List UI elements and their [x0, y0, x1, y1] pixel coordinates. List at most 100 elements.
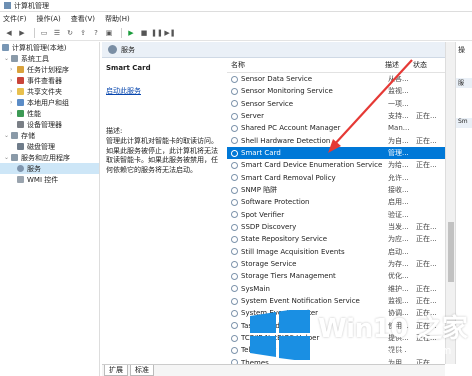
tab-standard[interactable]: 标准: [130, 365, 154, 376]
stop-icon[interactable]: ■: [139, 28, 149, 38]
service-row[interactable]: SSDP Discovery 当发... 正在...: [227, 221, 445, 233]
service-name-cell: Smart Card Device Enumeration Service: [241, 161, 383, 170]
expand-icon[interactable]: ›: [10, 77, 17, 84]
services-header: 服务: [102, 42, 445, 58]
service-name: Smart Card: [106, 64, 151, 72]
tree-item-services[interactable]: 服务: [0, 163, 99, 174]
expand-icon[interactable]: ›: [10, 99, 17, 106]
clock-icon: [17, 66, 24, 73]
service-row[interactable]: Still Image Acquisition Events 启动...: [227, 246, 445, 258]
service-row[interactable]: Shared PC Account Manager Man...: [227, 122, 445, 134]
service-name-cell: Server: [241, 112, 264, 121]
service-row[interactable]: State Repository Service 为应... 正在...: [227, 233, 445, 245]
tree-item-event-viewer[interactable]: › 事件查看器: [0, 75, 99, 86]
service-row[interactable]: Shell Hardware Detection 为自... 正在...: [227, 135, 445, 147]
service-status-cell: 正在...: [416, 112, 437, 121]
description-line: 管理此计算机对智能卡的取读访问。: [106, 137, 218, 145]
tree-item-shared-folders[interactable]: › 共享文件夹: [0, 86, 99, 97]
collapse-icon[interactable]: ⌄: [4, 55, 11, 62]
service-row[interactable]: Storage Service 为存... 正在...: [227, 258, 445, 270]
collapse-icon[interactable]: ⌄: [4, 154, 11, 161]
service-status-cell: 正在...: [416, 284, 437, 293]
service-row[interactable]: Sensor Monitoring Service 监视...: [227, 85, 445, 97]
collapse-icon[interactable]: ⌄: [4, 132, 11, 139]
actions-title: 操: [458, 46, 465, 54]
start-service-link[interactable]: 启动此服务: [106, 86, 222, 96]
service-row[interactable]: Smart Card Device Enumeration Service 为给.…: [227, 159, 445, 171]
windows-logo-icon: [250, 310, 310, 360]
service-row[interactable]: Server 支持... 正在...: [227, 110, 445, 122]
scrollbar-thumb[interactable]: [448, 222, 454, 282]
export-icon[interactable]: ⇪: [78, 28, 88, 38]
back-icon[interactable]: ◀: [4, 28, 14, 38]
tree-item-performance[interactable]: › 性能: [0, 108, 99, 119]
expand-icon[interactable]: ›: [10, 66, 17, 73]
service-row[interactable]: Software Protection 启用...: [227, 196, 445, 208]
tree-item-device-manager[interactable]: 设备管理器: [0, 119, 99, 130]
service-name-cell: Sensor Data Service: [241, 75, 313, 84]
service-status-cell: 正在...: [416, 235, 437, 244]
computer-management-window: 计算机管理 文件(F) 操作(A) 查看(V) 帮助(H) ◀ ▶ ▭ ☰ ↻ …: [0, 0, 472, 376]
tab-extended[interactable]: 扩展: [104, 365, 128, 376]
service-description-cell: 启动...: [388, 247, 409, 256]
tree-item-storage[interactable]: ⌄ 存储: [0, 130, 99, 141]
actions-smartcard-item[interactable]: Sm: [456, 118, 472, 128]
service-name-cell: SSDP Discovery: [241, 223, 297, 232]
column-header-status[interactable]: 状态: [413, 60, 437, 70]
forward-icon[interactable]: ▶: [17, 28, 27, 38]
properties-icon[interactable]: ▣: [104, 28, 114, 38]
expand-icon[interactable]: ›: [10, 110, 17, 117]
tree-item-services-apps[interactable]: ⌄ 服务和应用程序: [0, 152, 99, 163]
tree-item-label: 服务和应用程序: [21, 153, 70, 162]
service-row[interactable]: SysMain 维护... 正在...: [227, 283, 445, 295]
tree-root[interactable]: 计算机管理(本地): [0, 42, 99, 53]
service-gear-icon: [231, 149, 238, 157]
service-gear-icon: [231, 198, 238, 206]
menu-action[interactable]: 操作(A): [37, 14, 61, 24]
folder-icon[interactable]: ▭: [39, 28, 49, 38]
service-row[interactable]: Smart Card Removal Policy 允许...: [227, 172, 445, 184]
gear-icon: [17, 165, 24, 172]
tree-item-system-tools[interactable]: ⌄ 系统工具: [0, 53, 99, 64]
column-header-description[interactable]: 描述: [385, 60, 413, 70]
service-name-cell: Sensor Monitoring Service: [241, 87, 333, 96]
tree-item-local-users[interactable]: › 本地用户和组: [0, 97, 99, 108]
service-description-cell: 从各...: [388, 75, 409, 84]
tree-item-label: 性能: [27, 109, 41, 118]
title-bar: 计算机管理: [0, 0, 472, 12]
service-name-cell: SysMain: [241, 284, 270, 293]
service-name-cell: Storage Tiers Management: [241, 272, 336, 281]
service-description-cell: 为应...: [388, 235, 409, 244]
play-icon[interactable]: ▶: [126, 28, 136, 38]
service-gear-icon: [231, 87, 238, 95]
tree-item-label: 磁盘管理: [27, 142, 55, 151]
service-gear-icon: [231, 75, 238, 83]
tree-item-wmi[interactable]: WMI 控件: [0, 174, 99, 185]
service-status-cell: 正在...: [416, 161, 437, 170]
menu-help[interactable]: 帮助(H): [105, 14, 130, 24]
menu-view[interactable]: 查看(V): [71, 14, 95, 24]
service-row[interactable]: Sensor Service 一项...: [227, 98, 445, 110]
tree-item-label: 存储: [21, 131, 35, 140]
menu-file[interactable]: 文件(F): [3, 14, 27, 24]
tree-item-disk-management[interactable]: 磁盘管理: [0, 141, 99, 152]
expand-icon[interactable]: ›: [10, 88, 17, 95]
service-row[interactable]: Storage Tiers Management 优化...: [227, 270, 445, 282]
refresh-icon[interactable]: ↻: [65, 28, 75, 38]
service-description-cell: 支持...: [388, 112, 409, 121]
restart-icon[interactable]: ▶❚: [164, 28, 175, 38]
tree-item-task-scheduler[interactable]: › 任务计划程序: [0, 64, 99, 75]
service-row[interactable]: SNMP 陷阱 接收...: [227, 184, 445, 196]
actions-services-item[interactable]: 服: [456, 78, 472, 88]
service-gear-icon: [231, 297, 238, 305]
service-name-cell: Shell Hardware Detection: [241, 136, 331, 145]
list-icon[interactable]: ☰: [52, 28, 62, 38]
service-row[interactable]: Smart Card 管理...: [227, 146, 445, 160]
pause-icon[interactable]: ❚❚: [151, 28, 163, 38]
column-header-name[interactable]: 名称: [227, 60, 385, 70]
service-row[interactable]: Spot Verifier 验证...: [227, 209, 445, 221]
watermark-brand: Win10 之家: [318, 314, 468, 344]
help-icon[interactable]: ?: [91, 28, 101, 38]
service-row[interactable]: Sensor Data Service 从各...: [227, 73, 445, 85]
service-gear-icon: [231, 100, 238, 108]
